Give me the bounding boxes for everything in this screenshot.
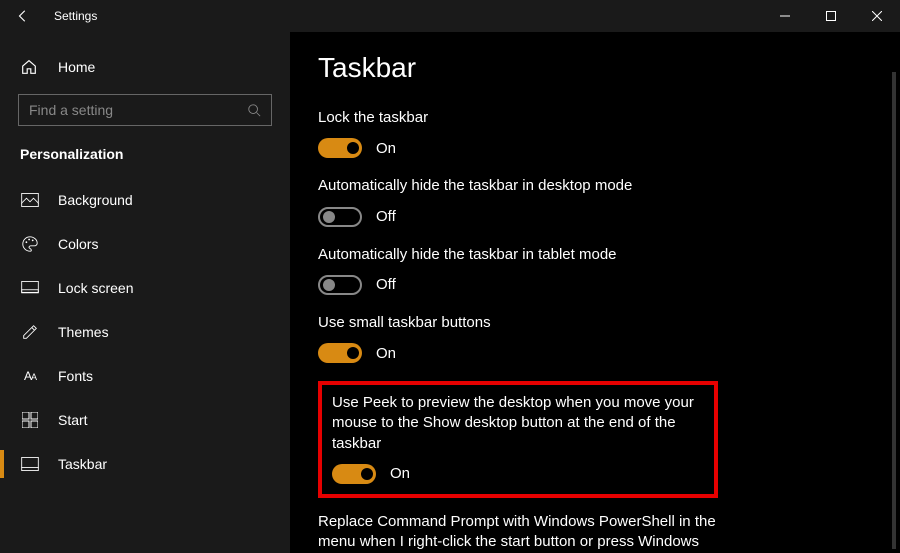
close-button[interactable] [854, 0, 900, 32]
setting-label: Replace Command Prompt with Windows Powe… [318, 512, 738, 553]
setting-row: Use Peek to preview the desktop when you… [332, 393, 704, 484]
maximize-button[interactable] [808, 0, 854, 32]
highlight-box: Use Peek to preview the desktop when you… [318, 381, 718, 498]
fonts-icon: AA [20, 369, 40, 383]
setting-row: Automatically hide the taskbar in tablet… [318, 245, 850, 295]
toggle-switch[interactable] [318, 343, 362, 363]
home-nav[interactable]: Home [0, 48, 290, 86]
setting-row: Replace Command Prompt with Windows Powe… [318, 512, 850, 553]
nav-label: Colors [58, 236, 98, 252]
nav-label: Fonts [58, 368, 93, 384]
category-heading: Personalization [0, 140, 290, 178]
toggle-switch[interactable] [318, 138, 362, 158]
toggle-switch[interactable] [318, 275, 362, 295]
sidebar-item-fonts[interactable]: AA Fonts [0, 354, 290, 398]
toggle-switch[interactable] [318, 207, 362, 227]
nav-label: Start [58, 412, 88, 428]
setting-row: Use small taskbar buttons On [318, 313, 850, 363]
toggle-switch[interactable] [332, 464, 376, 484]
palette-icon [20, 235, 40, 253]
nav-list: Background Colors Lock screen Themes AA … [0, 178, 290, 486]
picture-icon [20, 193, 40, 207]
sidebar-item-themes[interactable]: Themes [0, 310, 290, 354]
setting-label: Use Peek to preview the desktop when you… [332, 393, 704, 454]
setting-row: Automatically hide the taskbar in deskto… [318, 176, 850, 226]
sidebar-item-lock-screen[interactable]: Lock screen [0, 266, 290, 310]
search-input[interactable] [29, 102, 247, 118]
toggle-state: Off [376, 208, 396, 225]
toggle-state: On [376, 345, 396, 362]
home-label: Home [58, 59, 95, 75]
toggle-state: On [390, 465, 410, 482]
setting-label: Use small taskbar buttons [318, 313, 738, 333]
nav-label: Background [58, 192, 133, 208]
sidebar-item-start[interactable]: Start [0, 398, 290, 442]
taskbar-icon [20, 457, 40, 471]
scrollbar[interactable] [892, 72, 896, 549]
home-icon [20, 58, 40, 76]
page-heading: Taskbar [318, 52, 900, 84]
sidebar: Home Personalization Background Colors L… [0, 32, 290, 553]
setting-row: Lock the taskbar On [318, 108, 850, 158]
window-title: Settings [54, 9, 97, 23]
toggle-state: Off [376, 276, 396, 293]
sidebar-item-colors[interactable]: Colors [0, 222, 290, 266]
setting-label: Automatically hide the taskbar in deskto… [318, 176, 738, 196]
nav-label: Themes [58, 324, 109, 340]
main-content: Taskbar Lock the taskbar On Automatically … [290, 32, 900, 553]
themes-icon [20, 323, 40, 341]
back-button[interactable] [16, 9, 40, 23]
toggle-state: On [376, 140, 396, 157]
search-box[interactable] [18, 94, 272, 126]
lock-screen-icon [20, 281, 40, 295]
minimize-button[interactable] [762, 0, 808, 32]
start-icon [20, 412, 40, 428]
titlebar: Settings [0, 0, 900, 32]
setting-label: Lock the taskbar [318, 108, 738, 128]
sidebar-item-background[interactable]: Background [0, 178, 290, 222]
nav-label: Lock screen [58, 280, 133, 296]
search-icon [247, 103, 261, 117]
nav-label: Taskbar [58, 456, 107, 472]
setting-label: Automatically hide the taskbar in tablet… [318, 245, 738, 265]
window-controls [762, 0, 900, 32]
sidebar-item-taskbar[interactable]: Taskbar [0, 442, 290, 486]
